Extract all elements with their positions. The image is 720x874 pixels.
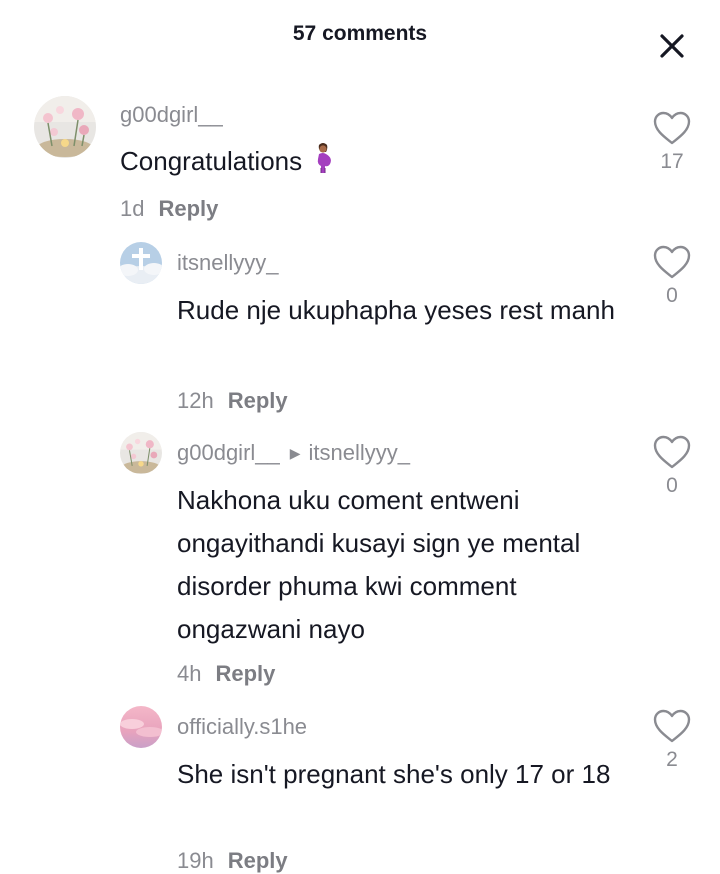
comment-meta: 19h Reply	[177, 848, 288, 874]
reply-button[interactable]: Reply	[228, 848, 288, 873]
comment-username[interactable]: officially.s1he	[177, 714, 307, 740]
comment-text: She isn't pregnant she's only 17 or 18	[177, 759, 611, 789]
pink-sky-avatar	[120, 706, 162, 748]
heart-icon[interactable]	[652, 708, 692, 744]
comment-item: officially.s1he She isn't pregnant she's…	[0, 0, 720, 873]
comment-time: 19h	[177, 848, 214, 873]
user-avatar[interactable]	[120, 706, 162, 748]
like-count: 2	[666, 748, 678, 771]
like-control[interactable]: 2	[648, 708, 696, 772]
